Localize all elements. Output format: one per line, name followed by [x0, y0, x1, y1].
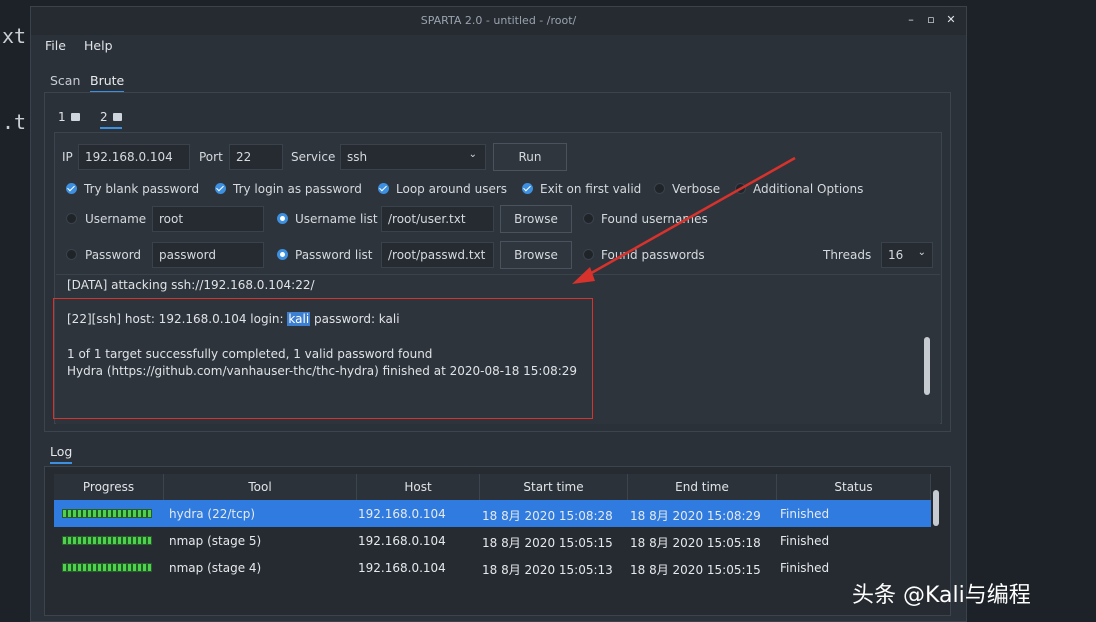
end-time-cell: 18 8月 2020 15:05:15	[630, 563, 761, 577]
host-cell: 192.168.0.104	[358, 534, 446, 548]
column-header[interactable]: Progress	[54, 474, 164, 500]
watermark: 头条 @Kali与编程	[852, 583, 1031, 608]
column-header[interactable]: End time	[628, 474, 777, 500]
start-time-cell: 18 8月 2020 15:05:15	[482, 536, 613, 550]
host-cell: 192.168.0.104	[358, 507, 446, 521]
tool-cell: nmap (stage 4)	[169, 561, 262, 575]
column-header[interactable]: Tool	[164, 474, 357, 500]
column-header[interactable]: Status	[777, 474, 931, 500]
table-row[interactable]: nmap (stage 5) 192.168.0.104 18 8月 2020 …	[54, 527, 931, 554]
tab-log[interactable]: Log	[50, 444, 73, 464]
status-cell: Finished	[780, 507, 830, 521]
tool-cell: hydra (22/tcp)	[169, 507, 256, 521]
table-row[interactable]: nmap (stage 4) 192.168.0.104 18 8月 2020 …	[54, 554, 931, 581]
progress-bar	[62, 536, 152, 545]
host-cell: 192.168.0.104	[358, 561, 446, 575]
end-time-cell: 18 8月 2020 15:08:29	[630, 509, 761, 523]
column-header[interactable]: Host	[357, 474, 480, 500]
log-scrollbar[interactable]	[933, 490, 939, 526]
start-time-cell: 18 8月 2020 15:08:28	[482, 509, 613, 523]
end-time-cell: 18 8月 2020 15:05:18	[630, 536, 761, 550]
tool-cell: nmap (stage 5)	[169, 534, 262, 548]
column-header[interactable]: Start time	[480, 474, 628, 500]
progress-bar	[62, 509, 152, 518]
status-cell: Finished	[780, 561, 830, 575]
progress-bar	[62, 563, 152, 572]
status-cell: Finished	[780, 534, 830, 548]
table-row[interactable]: hydra (22/tcp) 192.168.0.104 18 8月 2020 …	[54, 500, 931, 527]
start-time-cell: 18 8月 2020 15:05:13	[482, 563, 613, 577]
